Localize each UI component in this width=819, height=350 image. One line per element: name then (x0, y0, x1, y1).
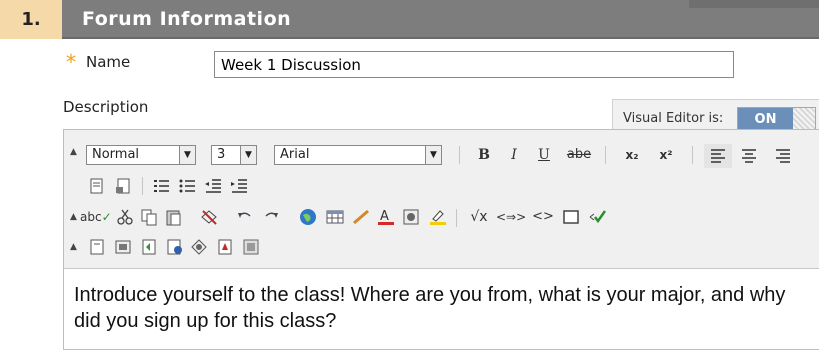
horizontal-rule-icon[interactable] (352, 208, 370, 226)
paste-word-icon[interactable] (114, 177, 132, 195)
insert-pdf-icon[interactable] (216, 238, 234, 256)
highlight-color-icon[interactable] (428, 207, 448, 227)
font-size-select[interactable]: 3 ▼ (211, 145, 257, 165)
align-left-icon[interactable] (704, 144, 732, 168)
insert-image-icon[interactable] (402, 208, 420, 226)
link-globe-icon[interactable] (298, 207, 318, 227)
section-number: 1. (0, 0, 62, 39)
bold-button[interactable]: B (474, 146, 494, 164)
section-header: 1. Forum Information (0, 0, 819, 39)
undo-icon[interactable] (236, 208, 254, 226)
collapse-row-1-icon[interactable]: ▲ (70, 147, 77, 157)
numbered-list-icon[interactable] (152, 177, 170, 195)
toggle-on-label: ON (738, 108, 793, 131)
description-label: Description (63, 98, 149, 116)
outdent-icon[interactable] (204, 177, 222, 195)
bullet-list-icon[interactable] (178, 177, 196, 195)
html-source-button[interactable]: <> (532, 208, 554, 226)
mashup-flickr-icon[interactable] (190, 238, 208, 256)
subscript-button[interactable]: x₂ (620, 146, 644, 164)
required-star-icon: * (66, 50, 76, 74)
text-color-icon[interactable]: A (376, 207, 396, 227)
toolbar-divider (459, 146, 460, 164)
copy-icon[interactable] (140, 208, 158, 226)
collapse-row-3-icon[interactable]: ▲ (70, 212, 77, 222)
collapse-row-4-icon[interactable]: ▲ (70, 242, 77, 252)
table-icon[interactable] (326, 208, 344, 226)
cut-icon[interactable] (116, 208, 134, 226)
remove-format-icon[interactable] (200, 208, 218, 226)
superscript-button[interactable]: x² (654, 146, 678, 164)
insert-media-icon[interactable] (114, 238, 132, 256)
indent-icon[interactable] (230, 177, 248, 195)
mashup-slideshare-icon[interactable] (242, 238, 260, 256)
name-label: Name (86, 53, 131, 71)
toggle-handle (793, 108, 815, 131)
align-right-icon[interactable] (774, 147, 792, 165)
toolbar-divider (456, 209, 457, 227)
editor-content[interactable]: Introduce yourself to the class! Where a… (74, 282, 809, 334)
align-center-icon[interactable] (740, 147, 758, 165)
rich-text-editor: ▲ Normal ▼ 3 ▼ Arial ▼ B I U abe x₂ x² ▲… (63, 129, 819, 350)
insert-flash-icon[interactable] (140, 238, 158, 256)
spellcheck-button[interactable]: abc✓ (80, 208, 112, 226)
visual-editor-label: Visual Editor is: (623, 111, 724, 126)
format-select[interactable]: Normal ▼ (86, 145, 196, 165)
font-family-select[interactable]: Arial ▼ (274, 145, 442, 165)
strikethrough-button[interactable]: abe (564, 146, 594, 164)
section-title: Forum Information (82, 8, 292, 30)
paste-icon[interactable] (164, 208, 182, 226)
editor-toolbar: ▲ Normal ▼ 3 ▼ Arial ▼ B I U abe x₂ x² ▲… (64, 130, 819, 269)
toolbar-divider (142, 177, 143, 195)
attach-file-icon[interactable] (88, 238, 106, 256)
fullscreen-icon[interactable] (562, 208, 580, 226)
insert-link-button[interactable]: <⇒> (496, 208, 526, 226)
paste-text-icon[interactable] (88, 177, 106, 195)
mashup-youtube-icon[interactable] (166, 238, 184, 256)
section-title-bar: Forum Information (62, 0, 819, 39)
header-stripe (689, 0, 819, 8)
italic-button[interactable]: I (504, 146, 524, 164)
underline-button[interactable]: U (534, 146, 554, 164)
toolbar-divider (605, 146, 606, 164)
preview-check-icon[interactable] (588, 208, 607, 226)
redo-icon[interactable] (262, 208, 280, 226)
toolbar-divider (692, 146, 693, 164)
math-equation-button[interactable]: √x (466, 208, 492, 226)
name-input[interactable] (214, 51, 734, 78)
svg-text:A: A (380, 209, 389, 224)
